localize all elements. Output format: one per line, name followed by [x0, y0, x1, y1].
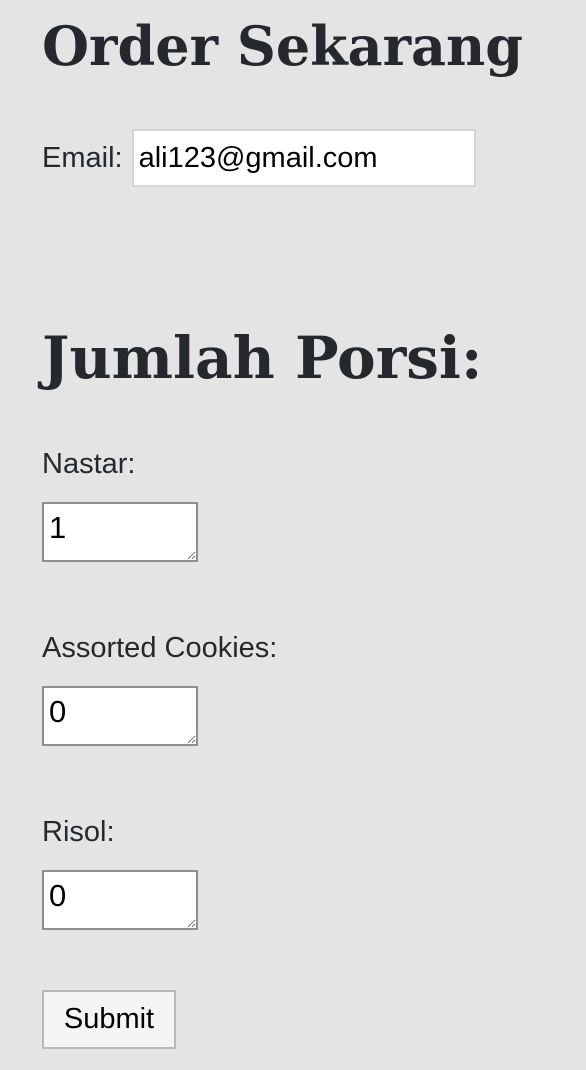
risol-quantity-field[interactable]: 0: [42, 870, 198, 930]
email-label: Email:: [42, 142, 123, 174]
risol-label: Risol:: [42, 816, 115, 848]
order-heading: Order Sekarang: [42, 14, 524, 78]
email-field[interactable]: [131, 129, 476, 187]
portions-heading: Jumlah Porsi:: [42, 324, 483, 392]
submit-button[interactable]: Submit: [42, 990, 176, 1049]
assorted-cookies-label: Assorted Cookies:: [42, 632, 278, 664]
order-form: Order Sekarang Email: Jumlah Porsi: Nast…: [42, 0, 582, 1070]
nastar-label: Nastar:: [42, 448, 136, 480]
email-row: Email:: [42, 129, 476, 187]
nastar-quantity-field[interactable]: 1: [42, 502, 198, 562]
assorted-cookies-quantity-field[interactable]: 0: [42, 686, 198, 746]
